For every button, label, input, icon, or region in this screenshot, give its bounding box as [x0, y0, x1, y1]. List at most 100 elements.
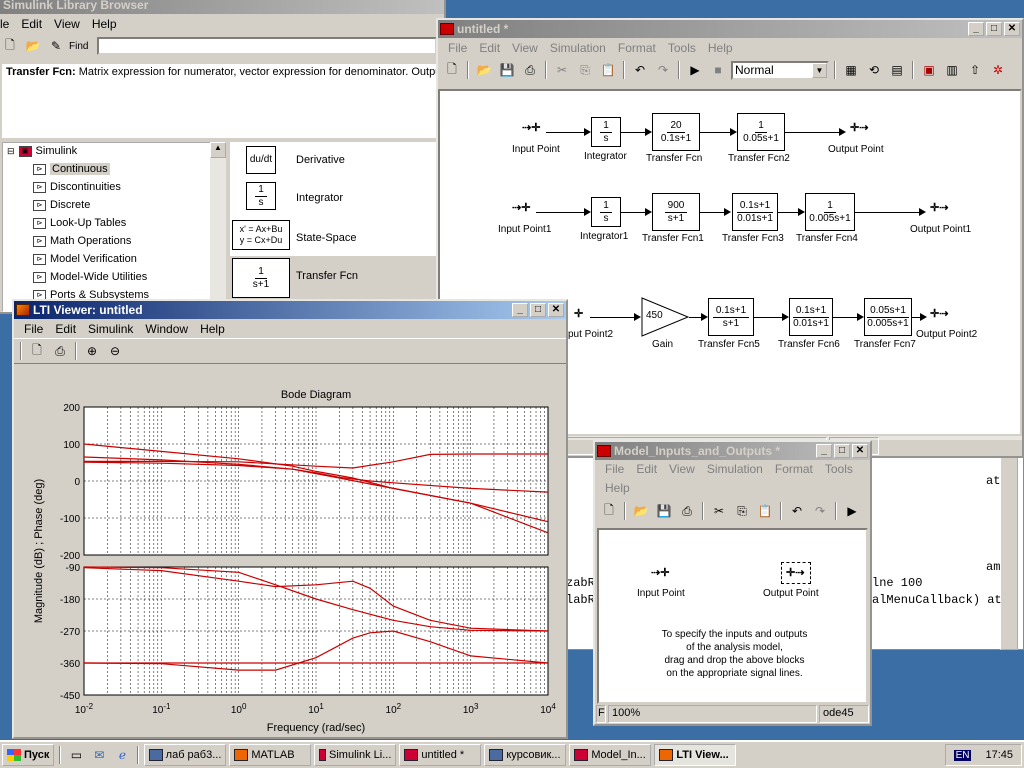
start-button[interactable]: Пуск — [2, 744, 55, 766]
new-icon[interactable]: 🗋 — [442, 60, 462, 80]
transfer-fcn2-block[interactable]: 1 0.05s+1 — [737, 113, 785, 151]
zoom-out-icon[interactable]: ⊖ — [105, 341, 125, 361]
chevron-down-icon[interactable]: ▼ — [812, 62, 827, 78]
stop-simulation-icon[interactable]: ■ — [708, 60, 728, 80]
signal-line[interactable] — [621, 132, 645, 133]
block-label[interactable]: Integrator — [584, 151, 627, 162]
cut-icon[interactable]: ✂ — [709, 501, 729, 521]
lti-menu-edit[interactable]: Edit — [49, 322, 82, 336]
paste-icon[interactable]: 📋 — [598, 60, 618, 80]
print-icon[interactable]: ⎙ — [50, 341, 70, 361]
integrator-block[interactable]: 1 s — [591, 117, 621, 147]
redo-icon[interactable]: ↷ — [810, 501, 830, 521]
block-label[interactable]: Transfer Fcn6 — [778, 339, 840, 350]
signal-line[interactable] — [833, 317, 857, 318]
tree-item-discontinuities[interactable]: ⊳ Discontinuities — [33, 181, 121, 193]
block-label[interactable]: Transfer Fcn5 — [698, 339, 760, 350]
io-menu-edit[interactable]: Edit — [630, 460, 663, 479]
signal-line[interactable] — [689, 317, 701, 318]
signal-line[interactable] — [700, 212, 724, 213]
go-to-parent-icon[interactable]: ⇧ — [965, 60, 985, 80]
minimize-button[interactable]: _ — [512, 303, 528, 317]
integrator-block-icon[interactable]: 1 s — [246, 182, 276, 210]
outlook-express-icon[interactable]: ✉ — [89, 745, 109, 765]
block-label[interactable]: Transfer Fcn1 — [642, 233, 704, 244]
new-icon[interactable]: 🗋 — [27, 341, 47, 361]
integrator1-block[interactable]: 1 s — [591, 197, 621, 227]
io-menu-help[interactable]: Help — [599, 479, 636, 498]
zoom-in-icon[interactable]: ⊕ — [82, 341, 102, 361]
signal-line[interactable] — [621, 212, 645, 213]
signal-line[interactable] — [912, 317, 920, 318]
close-button[interactable]: ✕ — [1004, 22, 1020, 36]
transfer-fcn6-block[interactable]: 0.1s+1 0.01s+1 — [789, 298, 833, 336]
scroll-up-icon[interactable]: ▲ — [210, 142, 226, 158]
open-folder-icon[interactable]: 📂 — [23, 36, 43, 56]
library-titlebar[interactable]: Simulink Library Browser — [0, 0, 444, 14]
library-menu-file[interactable]: le — [0, 17, 15, 31]
maximize-button[interactable]: □ — [530, 303, 546, 317]
input-point-icon[interactable]: ⇢✛ — [512, 201, 530, 214]
state-space-block-icon[interactable]: x' = Ax+Bu y = Cx+Du — [232, 220, 290, 250]
signal-line[interactable] — [590, 317, 634, 318]
lti-titlebar[interactable]: LTI Viewer: untitled _ □ ✕ — [14, 301, 566, 319]
show-desktop-icon[interactable]: ▭ — [66, 745, 86, 765]
taskbar-item-matlab[interactable]: MATLAB — [229, 744, 312, 766]
simulation-mode-select[interactable]: Normal ▼ — [731, 60, 829, 80]
undo-icon[interactable]: ↶ — [787, 501, 807, 521]
block-label[interactable]: Transfer Fcn7 — [854, 339, 916, 350]
tree-scrollbar[interactable]: ▲ — [210, 142, 226, 312]
derivative-block-icon[interactable]: du/dt — [246, 146, 276, 174]
lti-menu-simulink[interactable]: Simulink — [82, 322, 139, 336]
print-icon[interactable]: ⎙ — [677, 501, 697, 521]
signal-line[interactable] — [546, 132, 586, 133]
io-menu-file[interactable]: File — [599, 460, 630, 479]
model-menu-simulation[interactable]: Simulation — [544, 41, 612, 55]
block-label[interactable]: Integrator1 — [580, 231, 628, 242]
taskbar-item-lti-viewer[interactable]: LTI View... — [654, 744, 737, 766]
maximize-button[interactable]: □ — [986, 22, 1002, 36]
input-point-icon[interactable]: ⇢✛ — [651, 566, 669, 579]
cut-icon[interactable]: ✂ — [552, 60, 572, 80]
block-name-state-space[interactable]: State-Space — [296, 232, 357, 244]
bode-chart[interactable]: Bode Diagram 200 100 0 -100 -200-90 -180 -270 -3… — [16, 369, 564, 737]
update-diagram-icon[interactable]: ⟲ — [864, 60, 884, 80]
bode-plot-area[interactable]: Bode Diagram 200 100 0 -100 -200 -90 -180 -270 -3… — [16, 369, 564, 737]
save-icon[interactable]: 💾 — [654, 501, 674, 521]
transfer-fcn-block[interactable]: 20 0.1s+1 — [652, 113, 700, 151]
block-name-derivative[interactable]: Derivative — [296, 154, 345, 166]
resize-grip[interactable] — [881, 437, 1021, 455]
library-browser-icon[interactable]: ▣ — [919, 60, 939, 80]
library-menu-help[interactable]: Help — [86, 17, 123, 31]
transfer-fcn7-block[interactable]: 0.05s+1 0.005s+1 — [864, 298, 912, 336]
signal-line[interactable] — [855, 212, 919, 213]
library-menu-view[interactable]: View — [48, 17, 86, 31]
new-icon[interactable]: 🗋 — [599, 501, 619, 521]
taskbar-item-untitled[interactable]: untitled * — [399, 744, 482, 766]
debug-icon[interactable]: ✲ — [988, 60, 1008, 80]
start-simulation-icon[interactable]: ▶ — [842, 501, 862, 521]
transfer-fcn5-block[interactable]: 0.1s+1 s+1 — [708, 298, 754, 336]
tree-item-math-operations[interactable]: ⊳ Math Operations — [33, 235, 131, 247]
start-simulation-icon[interactable]: ▶ — [685, 60, 705, 80]
io-canvas[interactable]: ⇢✛ Input Point ✛⇢ Output Point To specif… — [597, 528, 868, 704]
model-menu-file[interactable]: File — [442, 41, 473, 55]
output-point-icon[interactable]: ✛⇢ — [930, 201, 948, 214]
input-point-icon[interactable]: ✛ — [574, 307, 583, 320]
model-browser-icon[interactable]: ▥ — [942, 60, 962, 80]
matlab-scroll-fragment[interactable] — [1000, 455, 1018, 650]
io-output-label[interactable]: Output Point — [763, 588, 819, 599]
close-button[interactable]: ✕ — [852, 444, 868, 458]
redo-icon[interactable]: ↷ — [653, 60, 673, 80]
collapse-icon[interactable]: ⊟ — [7, 146, 15, 157]
signal-line[interactable] — [536, 212, 584, 213]
model-menu-format[interactable]: Format — [612, 41, 662, 55]
open-folder-icon[interactable]: 📂 — [631, 501, 651, 521]
model-menu-view[interactable]: View — [506, 41, 544, 55]
signal-line[interactable] — [785, 132, 839, 133]
transfer-fcn1-block[interactable]: 900 s+1 — [652, 193, 700, 231]
taskbar-item-simulink-library[interactable]: Simulink Li... — [314, 744, 397, 766]
io-menu-simulation[interactable]: Simulation — [701, 460, 769, 479]
output-point-icon[interactable]: ✛⇢ — [850, 121, 868, 134]
block-label[interactable]: Transfer Fcn4 — [796, 233, 858, 244]
